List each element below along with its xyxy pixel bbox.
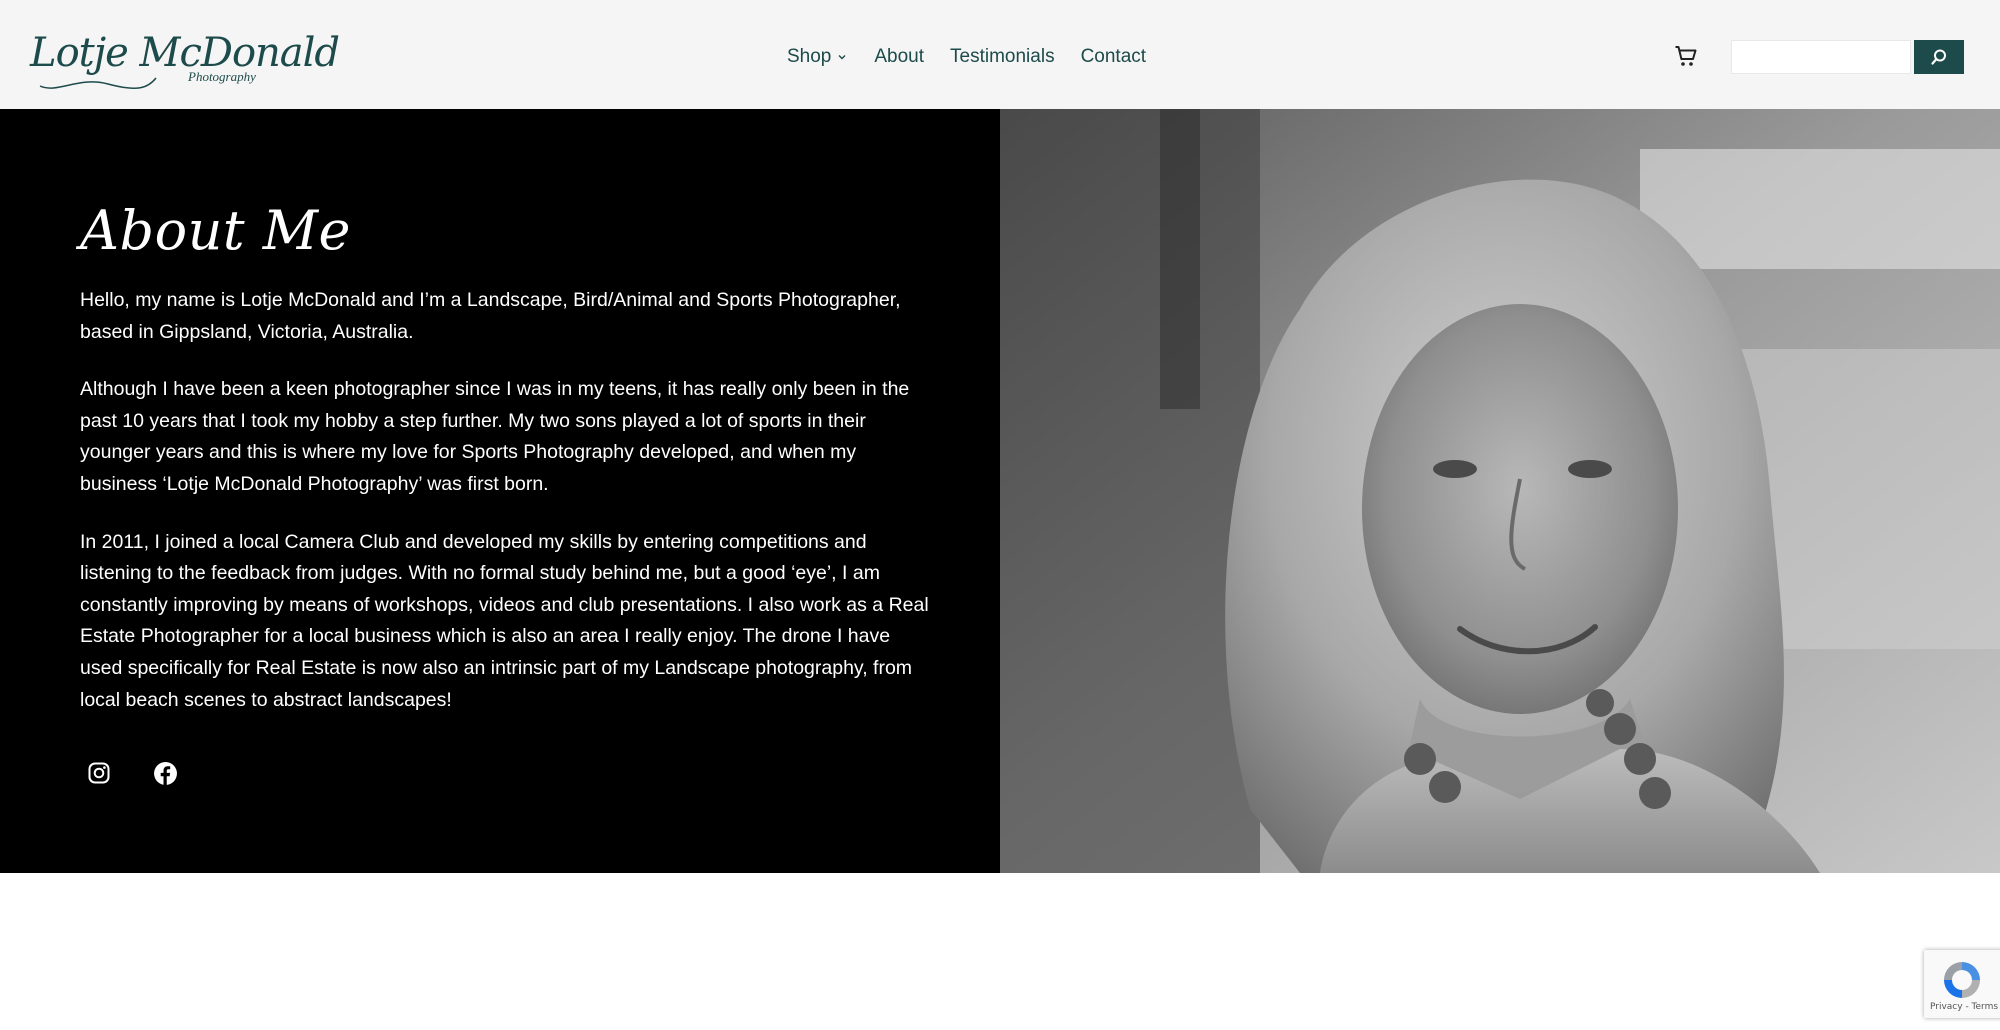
about-section: About Me Hello, my name is Lotje McDonal… xyxy=(0,109,2000,873)
about-content: About Me Hello, my name is Lotje McDonal… xyxy=(80,195,930,792)
recaptcha-badge[interactable]: Privacy - Terms xyxy=(1924,950,2000,1018)
logo-name: Lotje McDonald xyxy=(30,30,340,76)
logo-swash xyxy=(39,77,157,90)
about-paragraph: Although I have been a keen photographer… xyxy=(80,378,910,495)
nav-item-label: About xyxy=(874,46,925,67)
search-icon xyxy=(1931,49,1946,65)
search-button[interactable] xyxy=(1914,40,1964,74)
nav-item-about[interactable]: About xyxy=(874,46,924,68)
facebook-icon xyxy=(153,761,177,785)
recaptcha-privacy-terms[interactable]: Privacy - Terms xyxy=(1930,1002,1998,1012)
cart-icon[interactable] xyxy=(1674,44,1698,68)
page-title: About Me xyxy=(80,199,351,262)
social-links xyxy=(80,754,930,792)
search-input[interactable] xyxy=(1731,40,1911,74)
about-paragraph: Hello, my name is Lotje McDonald and I’m… xyxy=(80,289,901,343)
nav-item-label: Testimonials xyxy=(950,46,1055,67)
site-logo[interactable]: Lotje McDonald Photography xyxy=(30,28,340,94)
chevron-down-icon xyxy=(838,55,846,60)
nav-item-shop[interactable]: Shop xyxy=(787,46,848,68)
nav-item-contact[interactable]: Contact xyxy=(1081,46,1146,68)
portrait-photo xyxy=(1000,109,2000,873)
logo-tagline: Photography xyxy=(188,69,256,84)
site-header: Lotje McDonald Photography Shop About Te… xyxy=(0,0,2000,109)
nav-item-label: Shop xyxy=(787,46,832,67)
nav-item-testimonials[interactable]: Testimonials xyxy=(950,46,1055,68)
nav-item-label: Contact xyxy=(1080,46,1147,67)
recaptcha-icon xyxy=(1944,962,1980,998)
about-paragraph: In 2011, I joined a local Camera Club an… xyxy=(80,530,929,711)
instagram-link[interactable] xyxy=(80,754,118,792)
instagram-icon xyxy=(88,762,110,784)
main-nav: Shop About Testimonials Contact xyxy=(787,44,1146,70)
facebook-link[interactable] xyxy=(146,754,184,792)
